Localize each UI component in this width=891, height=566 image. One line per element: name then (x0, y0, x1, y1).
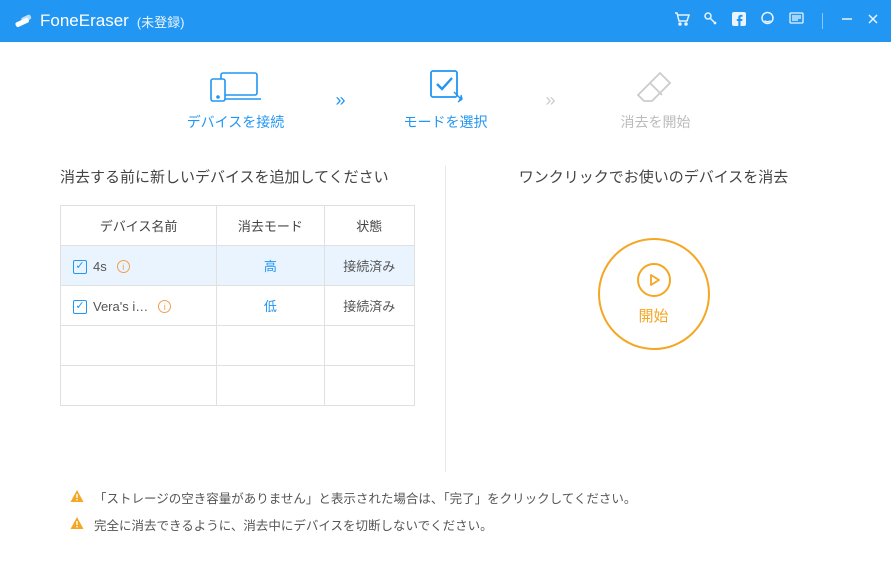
step-erase-label: 消去を開始 (621, 112, 691, 132)
device-state: 接続済み (324, 286, 414, 326)
right-panel: ワンクリックでお使いのデバイスを消去 開始 (445, 166, 831, 472)
cart-icon[interactable] (674, 11, 690, 32)
table-row (61, 366, 415, 406)
info-icon[interactable]: i (117, 260, 130, 273)
step-erase: 消去を開始 (596, 68, 716, 132)
close-button[interactable] (867, 12, 879, 30)
checkbox-icon[interactable]: ✓ (73, 260, 87, 274)
titlebar-controls (674, 11, 879, 32)
table-row[interactable]: ✓ Vera's i… i 低 接続済み (61, 286, 415, 326)
col-device-name: デバイス名前 (61, 206, 217, 246)
eraser-logo-icon (12, 10, 34, 32)
warnings: 「ストレージの空き容量がありません」と表示された場合は、「完了」をクリックしてく… (0, 472, 891, 566)
one-click-title: ワンクリックでお使いのデバイスを消去 (519, 166, 789, 190)
app-name: FoneEraser (40, 11, 129, 31)
warning-text: 完全に消去できるように、消去中にデバイスを切断しないでください。 (94, 515, 493, 534)
steps-nav: デバイスを接続 » モードを選択 » 消去を開始 (0, 42, 891, 156)
warning-icon (70, 489, 84, 506)
step-separator-icon: » (546, 90, 556, 111)
col-state: 状態 (324, 206, 414, 246)
start-button-label: 開始 (638, 305, 668, 326)
erase-mode-link[interactable]: 低 (264, 299, 277, 314)
step-connect-label: デバイスを接続 (187, 112, 285, 132)
info-icon[interactable]: i (158, 300, 171, 313)
warning-text: 「ストレージの空き容量がありません」と表示された場合は、「完了」をクリックしてく… (94, 488, 636, 507)
step-separator-icon: » (335, 90, 345, 111)
device-name: 4s (93, 259, 107, 274)
menu-icon[interactable] (789, 11, 804, 31)
app-status: (未登録) (137, 12, 185, 31)
step-connect[interactable]: デバイスを接続 (175, 68, 295, 132)
warning-storage: 「ストレージの空き容量がありません」と表示された場合は、「完了」をクリックしてく… (70, 488, 821, 507)
eraser-icon (636, 68, 676, 104)
table-row (61, 326, 415, 366)
device-name: Vera's i… (93, 299, 148, 314)
key-icon[interactable] (704, 12, 718, 31)
app-logo: FoneEraser (未登録) (12, 10, 185, 32)
facebook-icon[interactable] (732, 12, 746, 31)
start-button[interactable]: 開始 (598, 238, 710, 350)
warning-icon (70, 516, 84, 533)
checkbox-icon[interactable]: ✓ (73, 300, 87, 314)
checkbox-select-icon (426, 68, 466, 104)
titlebar-divider (822, 13, 823, 29)
col-erase-mode: 消去モード (217, 206, 324, 246)
erase-mode-link[interactable]: 高 (264, 259, 277, 274)
step-select[interactable]: モードを選択 (386, 68, 506, 132)
step-select-label: モードを選択 (404, 112, 488, 132)
devices-icon (209, 68, 261, 104)
devices-table: デバイス名前 消去モード 状態 ✓ 4s i (60, 205, 415, 406)
table-row[interactable]: ✓ 4s i 高 接続済み (61, 246, 415, 286)
warning-disconnect: 完全に消去できるように、消去中にデバイスを切断しないでください。 (70, 515, 821, 534)
left-panel: 消去する前に新しいデバイスを追加してください デバイス名前 消去モード 状態 ✓ (60, 166, 445, 472)
device-state: 接続済み (324, 246, 414, 286)
titlebar: FoneEraser (未登録) (0, 0, 891, 42)
play-icon (637, 263, 671, 297)
minimize-button[interactable] (841, 12, 853, 30)
feedback-icon[interactable] (760, 11, 775, 31)
add-device-title: 消去する前に新しいデバイスを追加してください (60, 166, 415, 187)
